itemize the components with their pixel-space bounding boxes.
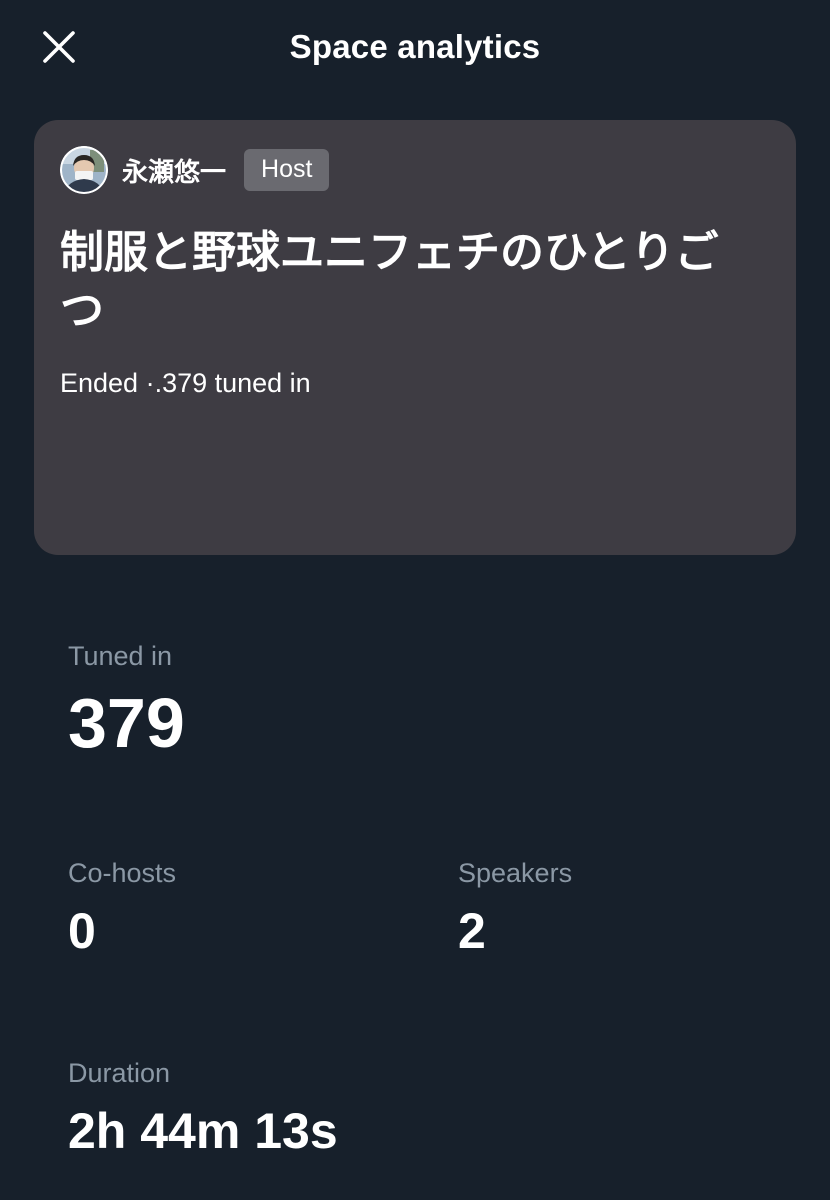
stat-speakers: Speakers 2 (458, 858, 572, 959)
host-row: 永瀬悠一 Host (60, 146, 330, 194)
user-avatar-icon (60, 146, 108, 194)
host-name[interactable]: 永瀬悠一 (122, 152, 226, 189)
stat-co-hosts: Co-hosts 0 (68, 858, 176, 959)
avatar[interactable] (60, 146, 108, 194)
stat-value-speakers: 2 (458, 903, 486, 959)
space-analytics-screen: Space analytics 永瀬悠一 Host 制服と野球ユニフェチのひとり… (0, 0, 830, 1200)
stat-value-tuned-in: 379 (68, 684, 185, 762)
space-title: 制服と野球ユニフェチのひとりごつ (60, 228, 719, 335)
space-card[interactable]: 永瀬悠一 Host 制服と野球ユニフェチのひとりごつ Ended ·.379 t… (34, 120, 796, 555)
page-title: Space analytics (289, 28, 541, 65)
stat-duration: Duration 2h 44m 13s (68, 1058, 338, 1159)
stat-value-co-hosts: 0 (68, 903, 96, 959)
space-status: Ended ·.379 tuned in (60, 368, 311, 398)
header: Space analytics (0, 0, 830, 96)
stat-label-duration: Duration (68, 1058, 171, 1088)
host-badge: Host (244, 149, 330, 191)
stat-tuned-in: Tuned in 379 (68, 641, 185, 760)
stat-label-tuned-in: Tuned in (68, 641, 173, 671)
stat-label-co-hosts: Co-hosts (68, 858, 177, 888)
stat-label-speakers: Speakers (458, 858, 573, 888)
stat-value-duration: 2h 44m 13s (68, 1103, 338, 1159)
